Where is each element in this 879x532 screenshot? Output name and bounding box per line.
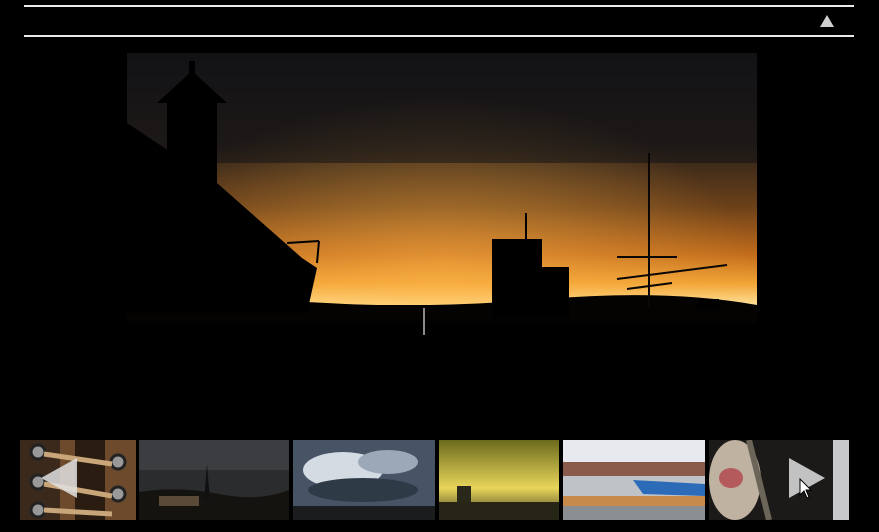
thumbnail-rooftops	[563, 440, 705, 520]
thumbnail-yellow-sky	[439, 440, 559, 520]
thumbnail-cloudy-sky	[293, 440, 435, 520]
arrow-right-icon[interactable]	[789, 458, 825, 498]
main-image	[127, 53, 757, 419]
thumbnail-item[interactable]	[563, 440, 705, 520]
thumbnail-strip	[20, 440, 849, 520]
thumbnail-shoe-laces	[20, 440, 136, 520]
thumbnail-item[interactable]	[439, 440, 559, 520]
thumbnail-partial	[833, 440, 849, 520]
arrow-left-icon[interactable]	[41, 458, 77, 498]
thumbnail-item[interactable]	[293, 440, 435, 520]
thumbnail-item[interactable]	[833, 440, 849, 520]
thumbnail-item[interactable]	[139, 440, 289, 520]
thumbnail-item[interactable]	[20, 440, 136, 520]
triangle-up-icon[interactable]	[820, 15, 834, 27]
thumbnail-dusk-town	[139, 440, 289, 520]
header-bar	[24, 5, 854, 37]
main-image-viewer[interactable]	[127, 53, 757, 419]
